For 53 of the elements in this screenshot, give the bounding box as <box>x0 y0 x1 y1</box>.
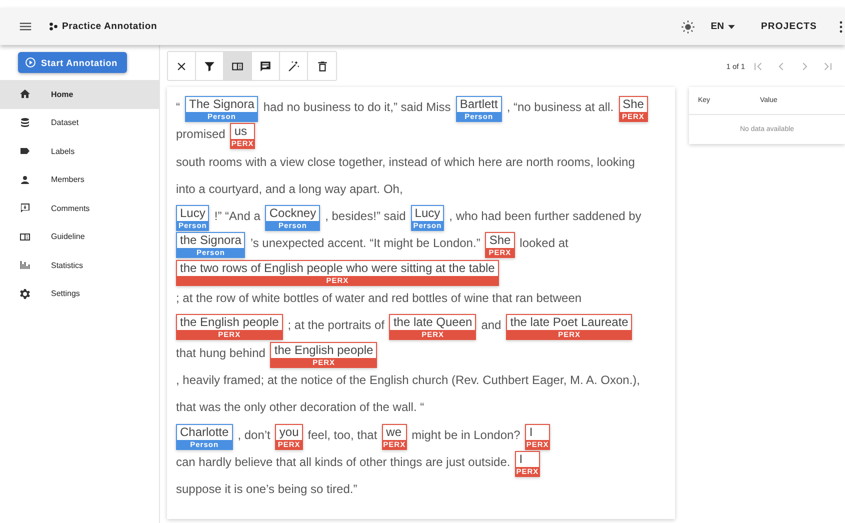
sidebar-item[interactable]: Guideline <box>0 222 159 251</box>
sidebar-item[interactable]: Dataset <box>0 108 159 137</box>
gear-icon <box>19 288 31 300</box>
document-text: can hardly believe that all kinds of other things are just outside. <box>176 454 510 469</box>
document-text: into a courtyard, and a long way apart. Oh, <box>176 180 403 196</box>
book-icon <box>231 60 244 72</box>
app-title: Practice Annotation <box>62 21 158 32</box>
document-text: , besides!” said <box>325 208 406 224</box>
trash-icon <box>316 60 328 72</box>
sidebar-item[interactable]: Statistics <box>0 251 159 280</box>
sidebar-item[interactable]: Labels <box>0 137 159 166</box>
document-text: , don’t <box>238 426 270 442</box>
sidebar-item[interactable]: Members <box>0 166 159 194</box>
language-menu[interactable]: EN <box>710 21 735 32</box>
close-button[interactable] <box>168 52 196 80</box>
document-text: , “no business at all. <box>506 99 614 114</box>
document-text: , heavily framed; at the notice of the English church (Rev. Cuthbert Eager, M. A. Oxon.), <box>176 372 640 387</box>
comment-icon <box>259 60 272 72</box>
brightness-icon[interactable] <box>680 20 695 34</box>
document-text: and <box>481 317 502 332</box>
document-text: that hung behind <box>176 344 266 360</box>
person-icon <box>19 174 31 186</box>
chart-icon <box>19 259 31 272</box>
document-text: had no business to do it,” said Miss <box>263 99 451 114</box>
document-text: , who had been further saddened by <box>449 208 642 224</box>
document-text: might be in London? <box>412 426 520 442</box>
document-text: feel, too, that <box>308 426 378 442</box>
book-button[interactable] <box>224 52 252 80</box>
sidebar-item[interactable]: Home <box>0 80 159 108</box>
document-text: !” “And a <box>214 208 260 224</box>
document-text: that was the only other decoration of the wall. “ <box>176 399 424 414</box>
document-text: south rooms with a view close together, instead of which here are north rooms, looking <box>176 154 635 169</box>
book-icon <box>19 230 31 243</box>
sidebar-item[interactable]: Comments <box>0 194 159 222</box>
wand-icon <box>287 60 300 72</box>
document-text: promised <box>176 126 226 142</box>
comment-icon <box>19 202 31 214</box>
logo-icon <box>49 22 58 31</box>
document-text: ’s unexpected accent. “It might be London.” <box>250 235 480 250</box>
start-annotation-button[interactable]: Start Annotation <box>18 52 127 73</box>
projects-button[interactable]: PROJECTS <box>760 21 817 32</box>
filter-icon <box>203 60 216 72</box>
document-text: ; at the portraits of <box>288 317 384 332</box>
dataset-icon <box>19 116 31 129</box>
document-text: ; at the row of white bottles of water and red bottles of wine that ran between <box>176 290 582 306</box>
caret-icon <box>728 24 735 28</box>
home-icon <box>19 88 31 100</box>
document-text: looked at <box>520 235 568 250</box>
more-icon[interactable] <box>839 20 843 32</box>
sidebar-item[interactable]: Settings <box>0 280 159 308</box>
document-text: “ <box>176 99 180 114</box>
document-text: suppose it is one’s being so tired.” <box>176 481 358 496</box>
play-icon <box>25 57 36 68</box>
